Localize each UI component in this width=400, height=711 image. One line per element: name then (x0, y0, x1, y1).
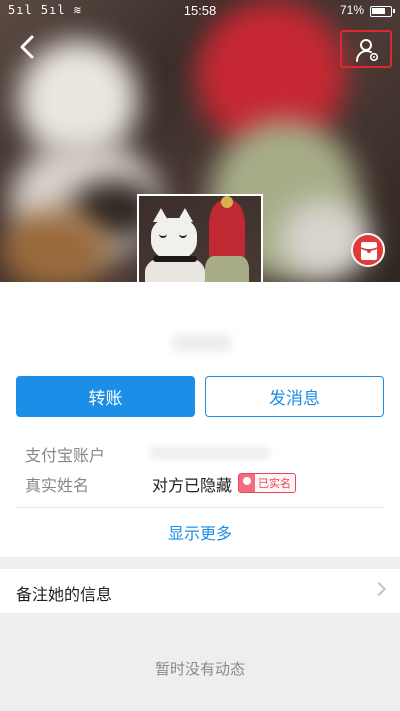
profile-settings-button[interactable] (340, 30, 392, 68)
divider (16, 507, 384, 508)
cover-blur-shape (0, 210, 110, 282)
account-label: 支付宝账户 (25, 446, 106, 465)
profile-main-card: 转账 发消息 支付宝账户 真实姓名 对方已隐藏 已实名 显示更多 (0, 282, 400, 557)
realname-value: 对方已隐藏 (152, 476, 233, 495)
back-arrow-icon (20, 35, 34, 59)
realname-label: 真实姓名 (25, 476, 90, 495)
note-info-label: 备注她的信息 (16, 585, 113, 604)
battery-icon (370, 6, 395, 17)
nickname-redacted (172, 334, 232, 352)
realname-tag-label: 已实名 (258, 477, 291, 490)
note-info-row[interactable]: 备注她的信息 (0, 569, 400, 613)
chevron-right-icon (371, 581, 387, 597)
battery-percent: 71% (339, 3, 364, 17)
back-button[interactable] (12, 30, 46, 64)
account-value-redacted (150, 446, 270, 460)
person-icon (239, 474, 255, 492)
user-settings-icon (356, 39, 379, 62)
show-more-link[interactable]: 显示更多 (0, 520, 400, 544)
transfer-button[interactable]: 转账 (16, 376, 195, 417)
send-message-button[interactable]: 发消息 (205, 376, 384, 417)
empty-feed-text: 暂时没有动态 (154, 660, 245, 678)
red-packet-icon (360, 242, 378, 260)
red-packet-button[interactable] (351, 233, 385, 267)
status-bar: 5ıl 5ıl ≋ 15:58 71% (0, 0, 400, 22)
realname-verified-tag: 已实名 (238, 473, 296, 493)
